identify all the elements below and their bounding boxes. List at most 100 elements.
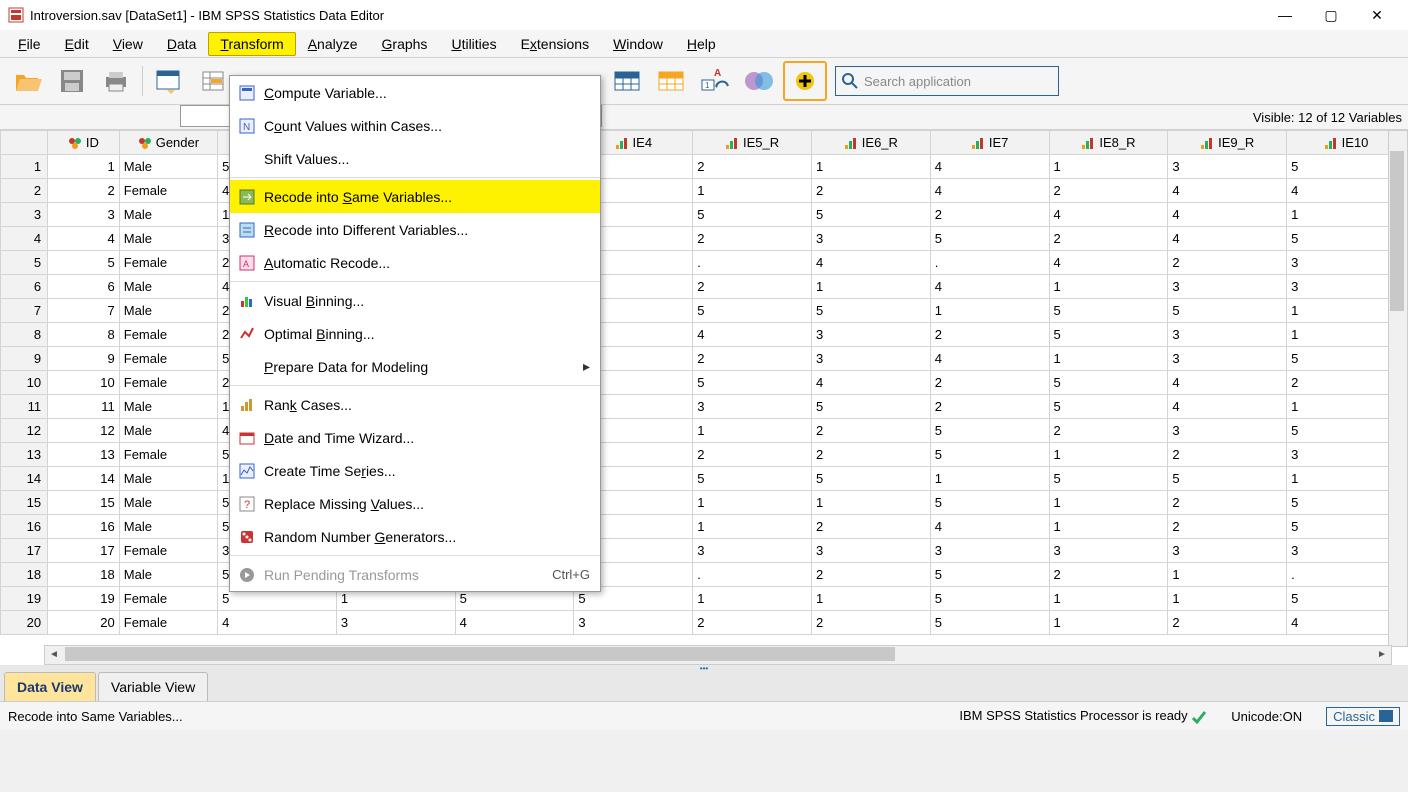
cell[interactable]: 2 xyxy=(930,323,1049,347)
column-header-ie7[interactable]: IE7 xyxy=(930,131,1049,155)
cell[interactable]: 5 xyxy=(693,467,812,491)
cell[interactable]: 2 xyxy=(811,611,930,635)
cell[interactable]: 3 xyxy=(930,539,1049,563)
menu-item-replace-missing-values[interactable]: ?Replace Missing Values... xyxy=(230,487,600,520)
cell[interactable]: 3 xyxy=(1168,539,1287,563)
column-header-ie8_r[interactable]: IE8_R xyxy=(1049,131,1168,155)
cell[interactable]: 1 xyxy=(1049,275,1168,299)
cell[interactable]: 3 xyxy=(1168,155,1287,179)
cell[interactable]: 4 xyxy=(811,371,930,395)
cell[interactable]: 3 xyxy=(48,203,120,227)
value-labels-icon[interactable]: A1 xyxy=(695,63,735,99)
cell[interactable]: 2 xyxy=(693,227,812,251)
cell[interactable]: 1 xyxy=(1049,611,1168,635)
menu-help[interactable]: Help xyxy=(675,32,728,56)
cell[interactable]: 1 xyxy=(693,491,812,515)
cell[interactable]: 13 xyxy=(48,443,120,467)
cell[interactable]: Female xyxy=(119,539,217,563)
cell[interactable]: 4 xyxy=(693,323,812,347)
cell[interactable]: 2 xyxy=(930,371,1049,395)
row-header[interactable]: 1 xyxy=(1,155,48,179)
cell[interactable]: 7 xyxy=(48,299,120,323)
cell[interactable]: 9 xyxy=(48,347,120,371)
open-icon[interactable] xyxy=(8,63,48,99)
cell[interactable]: 1 xyxy=(811,155,930,179)
cell[interactable]: Male xyxy=(119,227,217,251)
cell[interactable]: 4 xyxy=(1168,371,1287,395)
menu-transform[interactable]: Transform xyxy=(208,32,295,56)
cell[interactable]: 5 xyxy=(693,203,812,227)
cell[interactable]: 4 xyxy=(1168,203,1287,227)
cell[interactable]: 4 xyxy=(930,275,1049,299)
cell[interactable]: 4 xyxy=(455,611,574,635)
cell[interactable]: Female xyxy=(119,251,217,275)
cell[interactable]: 19 xyxy=(48,587,120,611)
cell[interactable]: 4 xyxy=(1168,179,1287,203)
show-grid-icon[interactable] xyxy=(607,63,647,99)
cell[interactable]: Female xyxy=(119,371,217,395)
tab-data-view[interactable]: Data View xyxy=(4,672,96,701)
cell[interactable]: 2 xyxy=(1049,179,1168,203)
cell[interactable]: 20 xyxy=(48,611,120,635)
menu-item-count-values-within-cases[interactable]: NCount Values within Cases... xyxy=(230,109,600,142)
cell[interactable]: 2 xyxy=(811,515,930,539)
cell[interactable]: 3 xyxy=(1168,275,1287,299)
cell[interactable]: 16 xyxy=(48,515,120,539)
scroll-right-icon[interactable]: ► xyxy=(1373,646,1391,662)
save-icon[interactable] xyxy=(52,63,92,99)
cell[interactable]: 5 xyxy=(930,491,1049,515)
cell[interactable]: 1 xyxy=(1049,347,1168,371)
cell[interactable]: 4 xyxy=(1049,203,1168,227)
cell[interactable]: Male xyxy=(119,299,217,323)
cell[interactable]: Male xyxy=(119,155,217,179)
cell[interactable]: Male xyxy=(119,563,217,587)
cell[interactable]: 5 xyxy=(1049,467,1168,491)
row-header[interactable]: 9 xyxy=(1,347,48,371)
row-header[interactable]: 19 xyxy=(1,587,48,611)
cell[interactable]: 5 xyxy=(930,443,1049,467)
cell[interactable]: . xyxy=(930,251,1049,275)
cell[interactable]: 3 xyxy=(693,539,812,563)
cell[interactable]: 3 xyxy=(1168,419,1287,443)
menu-item-rank-cases[interactable]: Rank Cases... xyxy=(230,388,600,421)
cell[interactable]: 2 xyxy=(1168,443,1287,467)
cell[interactable]: 1 xyxy=(693,587,812,611)
cell[interactable]: 5 xyxy=(1049,371,1168,395)
cell[interactable]: Male xyxy=(119,275,217,299)
row-header[interactable]: 2 xyxy=(1,179,48,203)
column-header-ie5_r[interactable]: IE5_R xyxy=(693,131,812,155)
menu-item-recode-into-different-variables[interactable]: Recode into Different Variables... xyxy=(230,213,600,246)
cell[interactable]: 2 xyxy=(693,155,812,179)
row-header[interactable]: 18 xyxy=(1,563,48,587)
cell[interactable]: 2 xyxy=(1049,419,1168,443)
cell[interactable]: . xyxy=(693,563,812,587)
row-header[interactable]: 17 xyxy=(1,539,48,563)
menu-item-optimal-binning[interactable]: Optimal Binning... xyxy=(230,317,600,350)
cell[interactable]: 5 xyxy=(693,299,812,323)
row-header[interactable]: 13 xyxy=(1,443,48,467)
cell[interactable]: 3 xyxy=(574,611,693,635)
weight-cases-icon[interactable] xyxy=(783,61,827,101)
column-header-id[interactable]: ID xyxy=(48,131,120,155)
cell[interactable]: Female xyxy=(119,443,217,467)
print-icon[interactable] xyxy=(96,63,136,99)
cell[interactable]: 2 xyxy=(1049,227,1168,251)
vertical-scrollbar[interactable] xyxy=(1388,130,1408,647)
menu-item-date-and-time-wizard[interactable]: Date and Time Wizard... xyxy=(230,421,600,454)
cell[interactable]: 2 xyxy=(693,275,812,299)
column-header-ie6_r[interactable]: IE6_R xyxy=(811,131,930,155)
close-button[interactable]: ✕ xyxy=(1354,0,1400,30)
go-to-case-icon[interactable] xyxy=(193,63,233,99)
cell[interactable]: 1 xyxy=(693,515,812,539)
cell[interactable]: 2 xyxy=(811,563,930,587)
cell[interactable]: 1 xyxy=(693,179,812,203)
cell[interactable]: 1 xyxy=(930,299,1049,323)
cell[interactable]: 1 xyxy=(1049,443,1168,467)
cell[interactable]: 5 xyxy=(811,467,930,491)
cell[interactable]: Male xyxy=(119,419,217,443)
cell[interactable]: 5 xyxy=(930,587,1049,611)
menu-item-random-number-generators[interactable]: Random Number Generators... xyxy=(230,520,600,553)
menu-extensions[interactable]: Extensions xyxy=(509,32,602,56)
row-header[interactable]: 8 xyxy=(1,323,48,347)
cell[interactable]: 1 xyxy=(811,587,930,611)
